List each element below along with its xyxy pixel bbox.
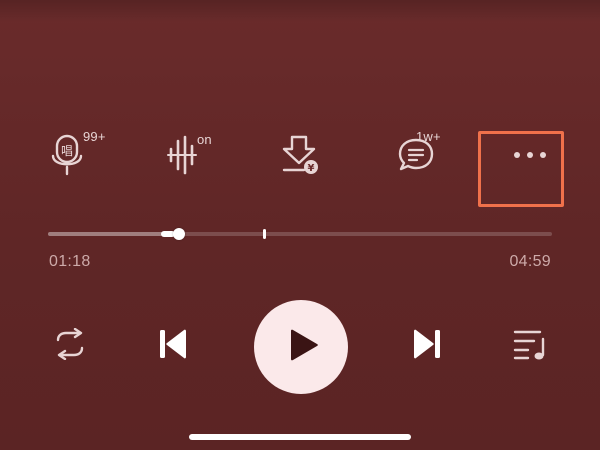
karaoke-mic-icon: 唱 (48, 132, 88, 178)
paid-download-icon: ¥ (278, 133, 322, 177)
progress-slider[interactable] (48, 228, 552, 240)
sound-effect-badge: on (197, 132, 212, 147)
previous-track-icon (156, 327, 190, 366)
price-glyph: ¥ (308, 163, 315, 174)
previous-button[interactable] (154, 327, 192, 365)
playback-controls (0, 300, 600, 395)
next-button[interactable] (408, 327, 446, 365)
karaoke-badge: 99+ (83, 129, 106, 144)
progress-marker (263, 229, 266, 239)
current-time: 01:18 (49, 253, 91, 270)
karaoke-button[interactable]: 唱 99+ (30, 118, 106, 192)
playlist-button[interactable] (510, 328, 552, 364)
playlist-icon (512, 327, 550, 366)
progress-knob[interactable] (173, 228, 185, 240)
total-time: 04:59 (509, 253, 551, 270)
karaoke-glyph: 唱 (61, 144, 73, 158)
download-button[interactable]: ¥ (262, 118, 338, 192)
sound-effect-button[interactable]: on (145, 118, 221, 192)
home-indicator[interactable] (189, 434, 411, 440)
progress-played (48, 232, 179, 236)
more-button-highlight (478, 131, 564, 207)
next-track-icon (410, 327, 444, 366)
repeat-icon (50, 327, 90, 365)
comments-badge: 1w+ (416, 129, 441, 144)
repeat-button[interactable] (48, 327, 92, 365)
play-icon (281, 325, 321, 370)
top-shade (0, 0, 600, 22)
comments-button[interactable]: 1w+ (378, 118, 454, 192)
sound-effect-icon (165, 135, 201, 175)
play-button[interactable] (254, 300, 348, 394)
